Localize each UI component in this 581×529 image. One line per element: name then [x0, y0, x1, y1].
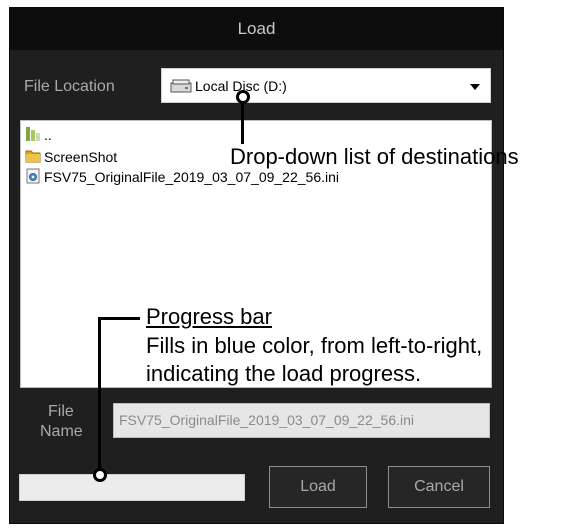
file-name-field[interactable]: FSV75_OriginalFile_2019_03_07_09_22_56.i…	[113, 403, 490, 438]
chevron-down-icon[interactable]	[470, 84, 480, 90]
load-button[interactable]: Load	[269, 466, 367, 508]
file-location-dropdown[interactable]: Local Disc (D:)	[161, 68, 491, 103]
progress-annotation-line1: Fills in blue color, from left-to-right,	[146, 333, 483, 358]
ini-file-icon	[26, 168, 40, 184]
progress-bar	[19, 474, 245, 501]
dropdown-annotation: Drop-down list of destinations	[230, 144, 519, 169]
dialog-title: Load	[10, 8, 503, 50]
drive-icon	[170, 79, 192, 93]
parent-folder-icon	[26, 127, 40, 141]
dropdown-callout-line	[241, 97, 244, 144]
progress-annotation-line2: indicating the load progress.	[146, 361, 422, 386]
progress-callout-vertical-line	[98, 317, 101, 473]
file-name-label-line2: Name	[40, 423, 83, 440]
file-name-label-line1: File	[48, 403, 74, 420]
file-name: ScreenShot	[44, 149, 118, 165]
file-location-label: File Location	[24, 78, 115, 95]
file-name: ..	[44, 127, 52, 143]
progress-callout-horizontal-line	[98, 317, 140, 320]
progress-callout-dot	[93, 468, 107, 482]
dropdown-callout-dot	[236, 90, 250, 104]
cancel-button[interactable]: Cancel	[388, 466, 490, 508]
folder-icon	[25, 150, 41, 163]
load-dialog: Load File Location Local Disc (D:) .. Sc…	[9, 7, 504, 524]
progress-annotation-title: Progress bar	[146, 304, 272, 329]
file-name: FSV75_OriginalFile_2019_03_07_09_22_56.i…	[44, 169, 340, 185]
